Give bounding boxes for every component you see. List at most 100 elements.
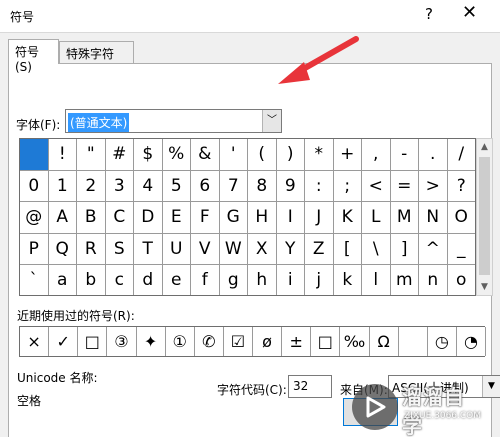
symbol-cell[interactable]: 5 [162,170,191,202]
symbol-cell[interactable]: i [277,265,305,295]
symbol-cell[interactable]: 0 [20,170,49,202]
symbol-cell[interactable]: l [362,265,391,295]
symbol-cell[interactable]: 4 [134,170,163,202]
symbol-cell[interactable]: 9 [276,170,305,202]
help-button[interactable]: ? [425,5,433,23]
recent-symbol-cell[interactable]: Ω [370,327,399,356]
symbol-cell[interactable]: X [248,233,277,265]
symbol-cell[interactable]: 3 [105,170,134,202]
symbol-cell[interactable]: P [20,233,49,265]
symbol-cell[interactable]: o [448,265,476,295]
tab-special-characters[interactable]: 特殊字符(P) [59,41,134,76]
symbol-cell[interactable]: L [362,202,391,234]
symbol-cell[interactable]: $ [134,139,163,171]
symbol-cell[interactable]: : [305,170,334,202]
symbol-cell[interactable]: H [248,202,277,234]
symbol-cell[interactable]: ! [48,139,77,171]
symbol-cell[interactable]: # [105,139,134,171]
symbol-cell[interactable]: m [391,265,419,295]
symbol-cell[interactable]: N [419,202,448,234]
symbol-cell[interactable]: g [220,265,248,295]
recent-symbol-cell[interactable] [399,327,428,356]
symbol-cell[interactable]: b [77,265,106,295]
symbol-cell[interactable]: A [48,202,77,234]
recent-symbol-cell[interactable]: ◔ [457,327,486,356]
symbol-cell[interactable]: V [191,233,220,265]
recent-symbol-cell[interactable]: ◷ [428,327,457,356]
symbol-cell[interactable]: W [219,233,248,265]
recent-symbol-cell[interactable]: ① [166,327,195,356]
symbol-cell[interactable]: 7 [219,170,248,202]
symbol-cell[interactable]: ; [333,170,362,202]
symbol-cell[interactable]: 6 [191,170,220,202]
symbol-cell[interactable]: Q [48,233,77,265]
symbol-cell[interactable]: ? [447,171,475,202]
symbol-cell[interactable]: T [134,233,163,265]
symbol-cell[interactable]: & [191,139,220,171]
symbol-cell[interactable]: a [49,265,77,295]
symbol-cell[interactable]: e [163,265,191,295]
symbol-cell[interactable]: d [134,265,163,295]
scrollbar-thumb[interactable] [479,157,490,275]
symbol-cell[interactable]: * [305,139,334,171]
symbol-cell[interactable]: ( [248,139,277,171]
symbol-cell[interactable]: j [305,265,334,295]
close-button[interactable]: ✕ [462,2,477,23]
recent-symbol-cell[interactable]: ☑ [224,327,253,356]
recent-symbol-cell[interactable]: ✓ [49,327,79,356]
recent-symbol-cell[interactable]: ③ [107,327,137,356]
symbol-cell[interactable]: ` [20,265,49,295]
symbol-cell[interactable]: ^ [419,233,448,265]
recent-symbol-cell[interactable]: ✆ [195,327,224,356]
symbol-cell[interactable]: Y [276,233,305,265]
symbol-cell[interactable]: J [305,202,334,234]
symbol-cell[interactable]: . [419,139,448,171]
chevron-down-icon[interactable]: ▼ [482,376,500,397]
symbol-cell[interactable]: ' [219,139,248,171]
symbol-cell[interactable]: D [134,202,163,234]
symbol-cell[interactable]: 8 [248,170,277,202]
symbol-cell[interactable]: U [162,233,191,265]
symbol-cell[interactable]: F [191,202,220,234]
symbol-cell[interactable]: h [248,265,277,295]
symbol-cell[interactable]: 1 [48,170,77,202]
recent-symbol-cell[interactable]: ± [282,327,312,356]
symbol-cell[interactable]: B [77,202,106,234]
symbol-cell[interactable]: E [162,202,191,234]
symbol-cell[interactable]: G [219,202,248,234]
font-dropdown[interactable]: (普通文本) ﹀ [65,109,282,133]
symbol-cell[interactable]: f [191,265,220,295]
symbol-cell[interactable]: " [77,139,106,171]
symbol-cell[interactable]: C [105,202,134,234]
symbol-cell[interactable]: - [390,139,419,171]
symbol-cell[interactable]: O [447,202,475,234]
symbol-cell[interactable]: S [105,233,134,265]
symbol-cell[interactable]: K [333,202,362,234]
symbol-cell[interactable]: 2 [77,170,106,202]
symbol-cell[interactable]: > [419,170,448,202]
recent-symbol-cell[interactable]: ✦ [137,327,166,356]
symbol-cell[interactable]: _ [447,234,475,265]
scroll-down-icon[interactable]: ▼ [477,279,492,295]
tab-symbols[interactable]: 符号(S) [8,39,59,74]
symbol-cell[interactable]: + [333,139,362,171]
scroll-up-icon[interactable]: ▲ [477,139,492,155]
symbol-cell[interactable]: \ [362,233,391,265]
recent-symbol-cell[interactable]: □ [78,327,108,356]
symbol-cell[interactable]: ) [276,139,305,171]
symbol-cell[interactable]: / [447,139,475,171]
chevron-down-icon[interactable]: ﹀ [262,110,281,132]
recent-symbol-cell[interactable]: ‰ [340,327,370,356]
symbol-cell[interactable]: n [419,265,448,295]
symbol-grid-scrollbar[interactable]: ▲ ▼ [476,138,493,296]
symbol-cell[interactable]: R [77,233,106,265]
symbol-cell[interactable]: , [362,139,391,171]
symbol-cell[interactable]: = [390,170,419,202]
symbol-cell[interactable]: [ [333,233,362,265]
symbol-cell[interactable]: @ [20,202,49,234]
symbol-cell[interactable] [20,139,49,171]
symbol-cell[interactable]: ] [390,233,419,265]
symbol-cell[interactable]: c [106,265,134,295]
symbol-cell[interactable]: Z [305,233,334,265]
symbol-cell[interactable]: k [334,265,362,295]
